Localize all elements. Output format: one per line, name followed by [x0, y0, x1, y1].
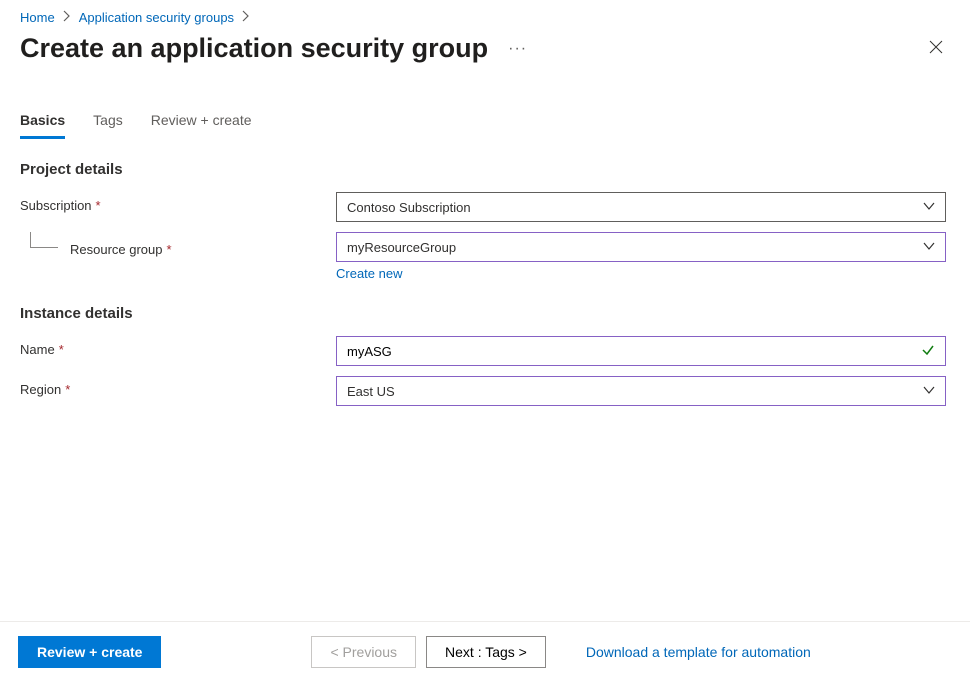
label-name-text: Name	[20, 342, 55, 357]
row-subscription: Subscription * Contoso Subscription	[20, 192, 950, 222]
section-title-instance: Instance details	[20, 305, 950, 322]
check-icon	[921, 343, 935, 360]
section-instance-details: Instance details Name * Region * East US	[20, 305, 950, 406]
subscription-dropdown[interactable]: Contoso Subscription	[336, 192, 946, 222]
resource-group-dropdown[interactable]: myResourceGroup	[336, 232, 946, 262]
review-create-button[interactable]: Review + create	[18, 636, 161, 668]
region-value: East US	[347, 384, 395, 399]
region-dropdown[interactable]: East US	[336, 376, 946, 406]
name-input[interactable]	[347, 344, 921, 359]
label-subscription: Subscription *	[20, 192, 336, 213]
next-button[interactable]: Next : Tags >	[426, 636, 546, 668]
tree-connector-icon	[30, 232, 58, 248]
section-project-details: Project details Subscription * Contoso S…	[20, 161, 950, 283]
row-region: Region * East US	[20, 376, 950, 406]
subscription-value: Contoso Subscription	[347, 200, 471, 215]
breadcrumb-home[interactable]: Home	[20, 10, 55, 25]
close-icon[interactable]	[922, 33, 950, 64]
create-new-link[interactable]: Create new	[336, 266, 402, 281]
chevron-down-icon	[923, 240, 935, 255]
chevron-down-icon	[923, 384, 935, 399]
label-region-text: Region	[20, 382, 61, 397]
chevron-right-icon	[240, 10, 252, 25]
title-row: Create an application security group ···	[0, 31, 970, 72]
page-title: Create an application security group	[20, 33, 488, 64]
chevron-right-icon	[61, 10, 73, 25]
footer: Review + create < Previous Next : Tags >…	[0, 621, 970, 682]
more-actions-icon[interactable]: ···	[508, 40, 527, 58]
label-name: Name *	[20, 336, 336, 357]
tab-basics[interactable]: Basics	[20, 112, 65, 139]
label-resource-group-text: Resource group	[70, 242, 163, 257]
resource-group-value: myResourceGroup	[347, 240, 456, 255]
breadcrumb-parent[interactable]: Application security groups	[79, 10, 234, 25]
row-name: Name *	[20, 336, 950, 366]
label-resource-group: Resource group *	[20, 232, 336, 257]
label-region: Region *	[20, 376, 336, 397]
tabs: Basics Tags Review + create	[20, 112, 950, 139]
tab-review[interactable]: Review + create	[151, 112, 252, 139]
section-title-project: Project details	[20, 161, 950, 178]
name-field-wrapper	[336, 336, 946, 366]
previous-button: < Previous	[311, 636, 416, 668]
label-subscription-text: Subscription	[20, 198, 92, 213]
download-template-link[interactable]: Download a template for automation	[586, 644, 811, 660]
row-resource-group: Resource group * myResourceGroup Create …	[20, 232, 950, 283]
tab-tags[interactable]: Tags	[93, 112, 123, 139]
breadcrumb: Home Application security groups	[0, 0, 970, 31]
chevron-down-icon	[923, 200, 935, 215]
